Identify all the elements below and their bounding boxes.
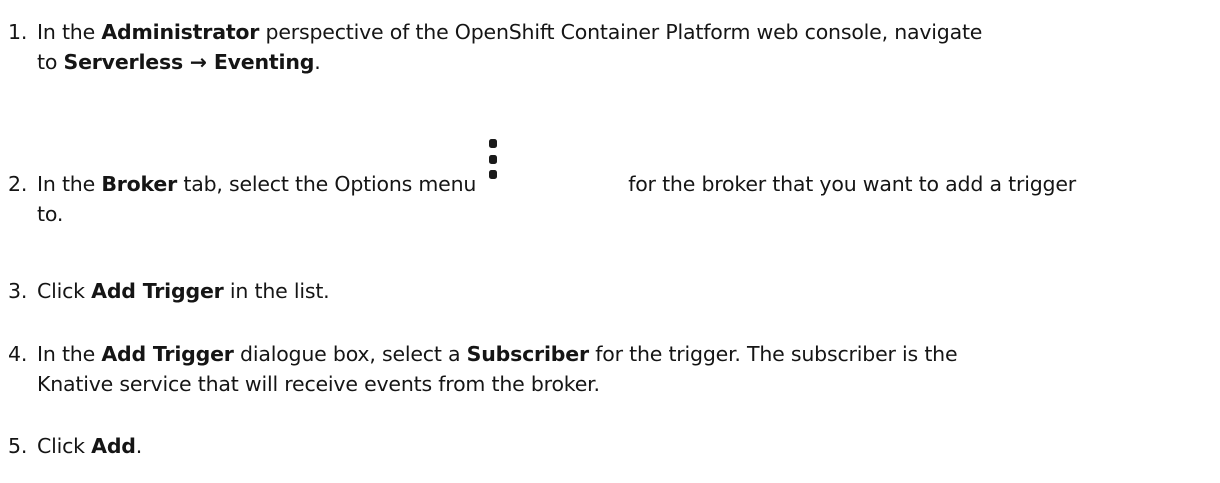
step-text: dialogue box, select a: [233, 342, 467, 366]
step-text: in the list.: [223, 279, 330, 303]
step-text: to.: [37, 202, 64, 226]
step-text: Click: [37, 279, 92, 303]
step-5: 5. Click Add.: [8, 431, 1213, 461]
step-1: 1. In the Administrator perspective of th…: [8, 17, 1213, 77]
step-text: .: [135, 434, 143, 458]
step-text: tab, select the Options menu: [177, 172, 477, 196]
step-text: for the broker that you want to add a tr…: [628, 172, 1076, 196]
ui-term-broker: Broker: [101, 172, 178, 196]
step-4: 4. In the Add Trigger dialogue box, selec…: [8, 339, 1213, 399]
ui-term-add: Add: [91, 434, 136, 458]
step-text: Click: [37, 434, 92, 458]
step-text: perspective of the OpenShift Container P…: [259, 20, 983, 44]
step-3: 3. Click Add Trigger in the list.: [8, 276, 1213, 306]
step-number: 1.: [8, 20, 28, 44]
step-2: 2. In the Broker tab, select the Options …: [8, 139, 1213, 229]
step-text: In the: [37, 20, 102, 44]
step-text: Knative service that will receive events…: [37, 372, 600, 396]
ui-term-serverless-eventing: Serverless → Eventing: [63, 50, 315, 74]
ui-term-subscriber: Subscriber: [466, 342, 589, 366]
step-number: 4.: [8, 342, 28, 366]
ui-term-add-trigger: Add Trigger: [101, 342, 234, 366]
step-text: for the trigger. The subscriber is the: [588, 342, 958, 366]
step-text: In the: [37, 172, 102, 196]
step-number: 3.: [8, 279, 28, 303]
ui-term-administrator: Administrator: [101, 20, 260, 44]
kebab-menu-icon: [488, 139, 498, 185]
step-number: 5.: [8, 434, 28, 458]
step-text: .: [314, 50, 321, 74]
step-text: In the: [37, 342, 102, 366]
step-text: to: [37, 50, 64, 74]
ui-term-add-trigger: Add Trigger: [91, 279, 224, 303]
step-number: 2.: [8, 172, 28, 196]
